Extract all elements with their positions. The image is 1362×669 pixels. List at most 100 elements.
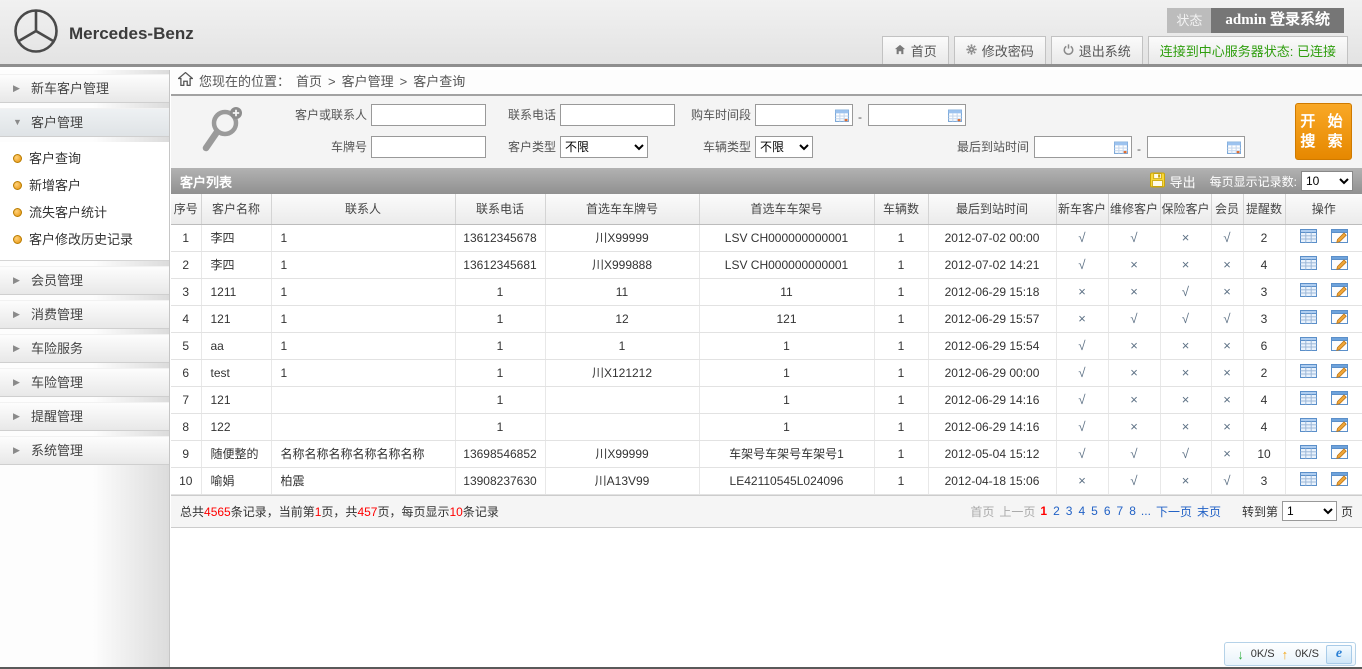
edit-icon[interactable] bbox=[1331, 337, 1348, 354]
ie-browser-icon[interactable]: e bbox=[1326, 645, 1352, 664]
nav-tab-logout[interactable]: 退出系统 bbox=[1051, 36, 1143, 64]
purchase-date-to-input[interactable] bbox=[868, 104, 966, 126]
cell-new-customer: √ bbox=[1056, 440, 1108, 467]
sidebar-item-lost-customer-stats[interactable]: 流失客户统计 bbox=[0, 199, 169, 226]
pagination-page-6[interactable]: 6 bbox=[1104, 504, 1111, 518]
cell-operations bbox=[1285, 251, 1362, 278]
sidebar-item-reminder-mgmt[interactable]: ▶ 提醒管理 bbox=[0, 402, 169, 431]
pagination-ellipsis[interactable]: ... bbox=[1141, 504, 1151, 518]
table-row: 1李四113612345678川X99999LSV CH000000000001… bbox=[171, 224, 1362, 251]
phone-input[interactable] bbox=[560, 104, 675, 126]
pagination-page-3[interactable]: 3 bbox=[1066, 504, 1073, 518]
edit-icon[interactable] bbox=[1331, 256, 1348, 273]
list-title-bar: 客户列表 导出 每页显示记录数: 10 bbox=[171, 168, 1362, 194]
summary-text: 条记录，当前第 bbox=[231, 505, 315, 519]
view-detail-icon[interactable] bbox=[1300, 472, 1317, 489]
sidebar: ▶ 新车客户管理 ▼ 客户管理 客户查询 新增客户 流失客户统计 客户修改历史记… bbox=[0, 70, 170, 669]
edit-icon[interactable] bbox=[1331, 391, 1348, 408]
plate-input[interactable] bbox=[371, 136, 486, 158]
network-speed-widget: ↓ 0K/S ↑ 0K/S e bbox=[1224, 642, 1356, 666]
edit-icon[interactable] bbox=[1331, 364, 1348, 381]
sidebar-item-member-mgmt[interactable]: ▶ 会员管理 bbox=[0, 266, 169, 295]
nav-tab-logout-label: 退出系统 bbox=[1079, 41, 1131, 60]
cell-last-visit: 2012-07-02 14:21 bbox=[928, 251, 1056, 278]
pagination-page-8[interactable]: 8 bbox=[1129, 504, 1136, 518]
cell-vehicle-count: 1 bbox=[874, 467, 928, 494]
view-detail-icon[interactable] bbox=[1300, 229, 1317, 246]
last-visit-label: 最后到站时间 bbox=[939, 136, 1029, 158]
calendar-icon[interactable] bbox=[835, 109, 849, 122]
search-button-line2: 搜 索 bbox=[1296, 132, 1351, 152]
sidebar-item-insurance-mgmt[interactable]: ▶ 车险管理 bbox=[0, 368, 169, 397]
view-detail-icon[interactable] bbox=[1300, 337, 1317, 354]
view-detail-icon[interactable] bbox=[1300, 418, 1317, 435]
view-detail-icon[interactable] bbox=[1300, 283, 1317, 300]
vehicle-type-select[interactable]: 不限 bbox=[755, 136, 813, 158]
pagination-prev[interactable]: 上一页 bbox=[999, 503, 1035, 520]
cell-last-visit: 2012-04-18 15:06 bbox=[928, 467, 1056, 494]
sidebar-item-consumption-mgmt[interactable]: ▶ 消费管理 bbox=[0, 300, 169, 329]
nav-tab-home[interactable]: 首页 bbox=[882, 36, 949, 64]
view-detail-icon[interactable] bbox=[1300, 256, 1317, 273]
cell-new-customer: √ bbox=[1056, 386, 1108, 413]
pagination-page-1[interactable]: 1 bbox=[1040, 504, 1047, 518]
pagination-first[interactable]: 首页 bbox=[970, 503, 994, 520]
nav-tab-change-password[interactable]: 修改密码 bbox=[954, 36, 1046, 64]
calendar-icon[interactable] bbox=[1227, 141, 1241, 154]
breadcrumb-item-customer-mgmt[interactable]: 客户管理 bbox=[342, 69, 394, 95]
cell-reminder-count: 3 bbox=[1243, 305, 1285, 332]
page-size-label: 每页显示记录数: bbox=[1210, 173, 1297, 190]
upload-speed: 0K/S bbox=[1295, 648, 1319, 660]
customer-or-contact-input[interactable] bbox=[371, 104, 486, 126]
view-detail-icon[interactable] bbox=[1300, 310, 1317, 327]
sidebar-item-insurance-service[interactable]: ▶ 车险服务 bbox=[0, 334, 169, 363]
cell-index: 1 bbox=[171, 224, 201, 251]
edit-icon[interactable] bbox=[1331, 310, 1348, 327]
last-visit-to-input[interactable] bbox=[1147, 136, 1245, 158]
col-vehicle-count: 车辆数 bbox=[874, 194, 928, 224]
view-detail-icon[interactable] bbox=[1300, 391, 1317, 408]
sidebar-item-system-mgmt[interactable]: ▶ 系统管理 bbox=[0, 436, 169, 465]
sidebar-item-label: 会员管理 bbox=[31, 266, 83, 295]
pagination-next[interactable]: 下一页 bbox=[1156, 503, 1192, 520]
cell-phone: 1 bbox=[455, 332, 545, 359]
sidebar-item-add-customer[interactable]: 新增客户 bbox=[0, 172, 169, 199]
view-detail-icon[interactable] bbox=[1300, 445, 1317, 462]
sidebar-item-customer-mgmt[interactable]: ▼ 客户管理 bbox=[0, 108, 169, 137]
page-size-group: 每页显示记录数: 10 bbox=[1210, 171, 1353, 191]
pagination-last[interactable]: 末页 bbox=[1197, 503, 1221, 520]
goto-page-select[interactable]: 1 bbox=[1282, 501, 1337, 521]
last-visit-from-input[interactable] bbox=[1034, 136, 1132, 158]
gear-icon bbox=[966, 43, 977, 58]
calendar-icon[interactable] bbox=[948, 109, 962, 122]
purchase-date-from-input[interactable] bbox=[755, 104, 853, 126]
start-search-button[interactable]: 开 始 搜 索 bbox=[1295, 103, 1352, 160]
col-new-customer: 新车客户 bbox=[1056, 194, 1108, 224]
pagination-page-2[interactable]: 2 bbox=[1053, 504, 1060, 518]
view-detail-icon[interactable] bbox=[1300, 364, 1317, 381]
customer-type-select[interactable]: 不限 bbox=[560, 136, 648, 158]
edit-icon[interactable] bbox=[1331, 445, 1348, 462]
pagination-page-4[interactable]: 4 bbox=[1078, 504, 1085, 518]
sidebar-item-customer-edit-history[interactable]: 客户修改历史记录 bbox=[0, 226, 169, 253]
cell-index: 2 bbox=[171, 251, 201, 278]
pagination-page-7[interactable]: 7 bbox=[1117, 504, 1124, 518]
chevron-right-icon: ▶ bbox=[13, 402, 22, 431]
edit-icon[interactable] bbox=[1331, 283, 1348, 300]
edit-icon[interactable] bbox=[1331, 229, 1348, 246]
pagination-page-5[interactable]: 5 bbox=[1091, 504, 1098, 518]
cell-reminder-count: 3 bbox=[1243, 278, 1285, 305]
cell-operations bbox=[1285, 440, 1362, 467]
cell-new-customer: √ bbox=[1056, 251, 1108, 278]
calendar-icon[interactable] bbox=[1114, 141, 1128, 154]
export-button[interactable]: 导出 bbox=[1149, 172, 1196, 191]
sidebar-item-new-car-customer-mgmt[interactable]: ▶ 新车客户管理 bbox=[0, 74, 169, 103]
page-size-select[interactable]: 10 bbox=[1301, 171, 1353, 191]
edit-icon[interactable] bbox=[1331, 418, 1348, 435]
cell-reminder-count: 4 bbox=[1243, 386, 1285, 413]
sidebar-item-customer-query[interactable]: 客户查询 bbox=[0, 145, 169, 172]
cell-operations bbox=[1285, 305, 1362, 332]
breadcrumb-item-home[interactable]: 首页 bbox=[296, 69, 322, 95]
breadcrumb-item-customer-query[interactable]: 客户查询 bbox=[413, 69, 465, 95]
edit-icon[interactable] bbox=[1331, 472, 1348, 489]
